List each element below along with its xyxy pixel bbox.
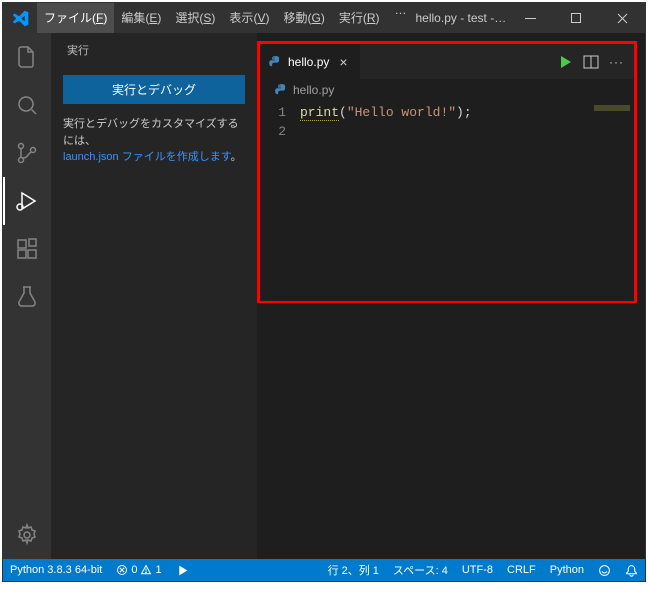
menu-view[interactable]: 表示(V) <box>222 3 276 33</box>
editor-more-icon[interactable]: ··· <box>609 54 624 70</box>
search-icon[interactable] <box>3 81 51 129</box>
status-encoding[interactable]: UTF-8 <box>455 564 500 576</box>
run-and-debug-button[interactable]: 実行とデバッグ <box>63 75 245 104</box>
vscode-window: ファイル(F) 編集(E) 選択(S) 表示(V) 移動(G) 実行(R) … … <box>2 2 646 582</box>
minimap[interactable] <box>594 105 630 111</box>
split-editor-icon[interactable] <box>583 54 599 70</box>
close-tab-icon[interactable]: × <box>335 54 351 70</box>
maximize-button[interactable] <box>553 3 599 33</box>
menu-select[interactable]: 選択(S) <box>168 3 222 33</box>
python-file-icon <box>268 55 282 69</box>
breadcrumb-file: hello.py <box>293 83 334 97</box>
status-problems[interactable]: 0 1 <box>109 564 168 576</box>
menu-file[interactable]: ファイル(F) <box>37 3 114 33</box>
menu-edit[interactable]: 編集(E) <box>114 3 168 33</box>
sidebar-title: 実行 <box>51 33 257 67</box>
activity-bar <box>3 33 51 559</box>
status-indent[interactable]: スペース: 4 <box>386 562 455 578</box>
menu-more[interactable]: … <box>387 3 416 33</box>
editor-group: hello.py × ··· <box>257 33 645 559</box>
line-numbers: 1 2 <box>260 101 300 301</box>
run-debug-icon[interactable] <box>3 177 51 225</box>
minimize-button[interactable] <box>507 3 553 33</box>
code-content[interactable]: print("Hello world!"); <box>300 101 634 301</box>
menu-bar: ファイル(F) 編集(E) 選択(S) 表示(V) 移動(G) 実行(R) … <box>37 3 416 33</box>
status-python-version[interactable]: Python 3.8.3 64-bit <box>3 564 109 576</box>
run-sidebar: 実行 実行とデバッグ 実行とデバッグをカスタマイズするには、 launch.js… <box>51 33 257 559</box>
status-cursor[interactable]: 行 2、列 1 <box>321 562 386 578</box>
settings-gear-icon[interactable] <box>3 511 51 559</box>
sidebar-help-text: 実行とデバッグをカスタマイズするには、 launch.json ファイルを作成し… <box>63 116 245 166</box>
python-file-icon <box>274 83 288 97</box>
status-language[interactable]: Python <box>543 564 591 576</box>
run-file-icon[interactable] <box>557 54 573 70</box>
status-eol[interactable]: CRLF <box>500 564 543 576</box>
window-title: hello.py - test - Visual Studi... <box>416 11 508 25</box>
explorer-icon[interactable] <box>3 33 51 81</box>
create-launch-json-link[interactable]: launch.json ファイルを作成します <box>63 151 231 163</box>
status-feedback-icon[interactable] <box>591 564 618 577</box>
tab-label: hello.py <box>288 55 329 69</box>
source-control-icon[interactable] <box>3 129 51 177</box>
menu-go[interactable]: 移動(G) <box>276 3 331 33</box>
breadcrumb[interactable]: hello.py <box>260 79 634 101</box>
status-bell-icon[interactable] <box>618 564 645 577</box>
status-debug-start[interactable] <box>169 564 196 577</box>
editor-area-highlighted: hello.py × ··· <box>257 41 637 303</box>
code-editor[interactable]: 1 2 print("Hello world!"); <box>260 101 634 301</box>
tab-bar: hello.py × ··· <box>260 44 634 79</box>
menu-run[interactable]: 実行(R) <box>332 3 387 33</box>
main-body: 実行 実行とデバッグ 実行とデバッグをカスタマイズするには、 launch.js… <box>3 33 645 559</box>
vscode-logo-icon <box>3 10 37 27</box>
editor-tab-hello[interactable]: hello.py × <box>260 44 360 79</box>
close-button[interactable] <box>599 3 645 33</box>
window-controls <box>507 3 645 33</box>
test-icon[interactable] <box>3 273 51 321</box>
status-bar: Python 3.8.3 64-bit 0 1 行 2、列 1 スペース: 4 … <box>3 559 645 581</box>
extensions-icon[interactable] <box>3 225 51 273</box>
title-bar: ファイル(F) 編集(E) 選択(S) 表示(V) 移動(G) 実行(R) … … <box>3 3 645 33</box>
